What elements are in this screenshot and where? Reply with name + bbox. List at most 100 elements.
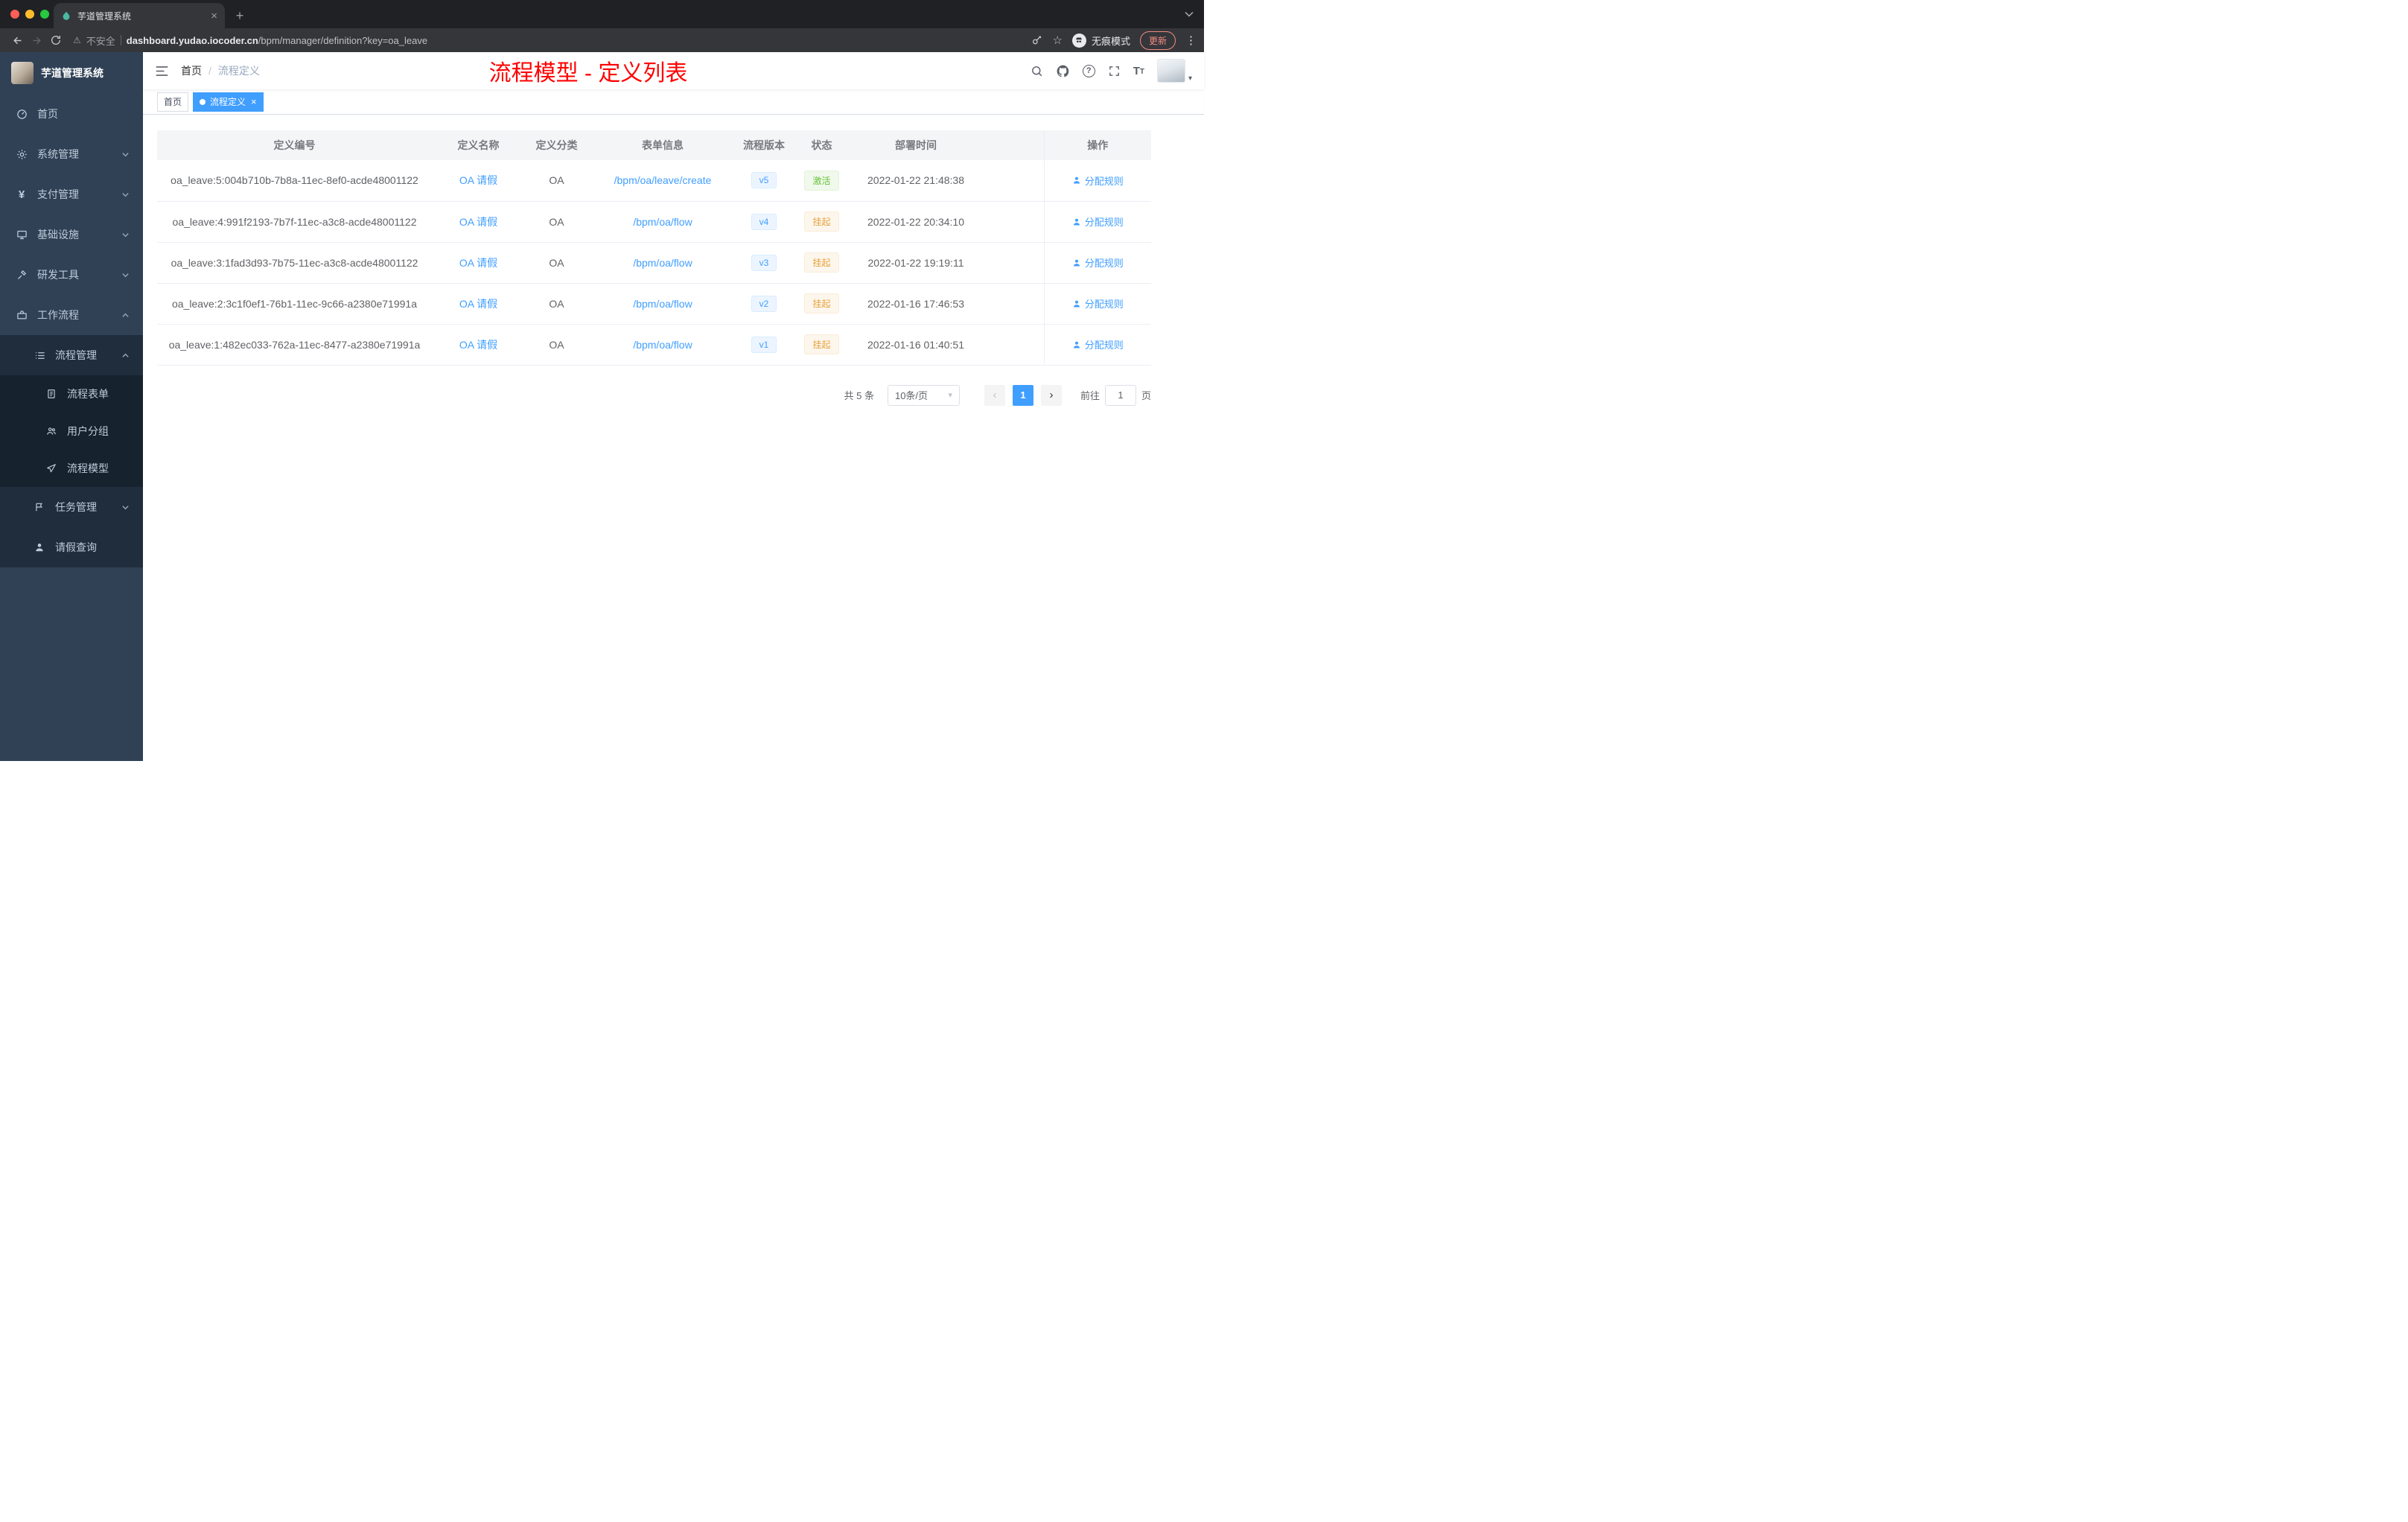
page-size-select[interactable]: 10条/页 ▾ (887, 384, 960, 406)
page-1-button[interactable]: 1 (1012, 384, 1033, 406)
bookmark-star-icon[interactable]: ☆ (1053, 34, 1063, 47)
table-row: oa_leave:3:1fad3d93-7b75-11ec-a3c8-acde4… (157, 242, 1151, 284)
version-badge[interactable]: v3 (751, 254, 777, 271)
total-count: 共 5 条 (844, 390, 874, 401)
goto-page-input[interactable] (1104, 384, 1136, 406)
sidebar-item-devtools[interactable]: 研发工具 (0, 255, 143, 295)
browser-menu-icon[interactable]: ⋮ (1185, 34, 1197, 47)
col-header-status: 状态 (791, 130, 853, 160)
assign-rule-link[interactable]: 分配规则 (1072, 214, 1124, 229)
cell-id: oa_leave:2:3c1f0ef1-76b1-11ec-9c66-a2380… (157, 283, 432, 325)
table-row: oa_leave:1:482ec033-762a-11ec-8477-a2380… (157, 324, 1151, 366)
address-bar[interactable]: ⚠ 不安全 dashboard.yudao.iocoder.cn/bpm/man… (73, 34, 1024, 48)
breadcrumb-home[interactable]: 首页 (181, 63, 202, 78)
table-row: oa_leave:5:004b710b-7b8a-11ec-8ef0-acde4… (157, 160, 1151, 202)
browser-tab[interactable]: 芋道管理系统 × (54, 3, 225, 28)
version-badge[interactable]: v4 (751, 213, 777, 230)
sidebar-item-task-management[interactable]: 任务管理 (0, 487, 143, 527)
chevron-up-icon (121, 351, 130, 360)
pagination: 共 5 条 10条/页 ▾ ‹ 1 › 前往 页 (157, 384, 1151, 406)
tag-home[interactable]: 首页 (157, 92, 189, 112)
tag-process-definition[interactable]: 流程定义 × (193, 92, 264, 112)
sidebar-item-leave-query[interactable]: 请假查询 (0, 527, 143, 567)
url-path: /bpm/manager/definition?key=oa_leave (258, 34, 428, 46)
cell-id: oa_leave:3:1fad3d93-7b75-11ec-a3c8-acde4… (157, 242, 432, 284)
definition-name-link[interactable]: OA 请假 (459, 298, 497, 310)
assign-rule-link[interactable]: 分配规则 (1072, 173, 1124, 188)
sidebar-item-system[interactable]: 系统管理 (0, 134, 143, 174)
user-menu[interactable]: ▾ (1156, 59, 1192, 83)
cell-time: 2022-01-22 19:19:11 (853, 242, 979, 284)
page-size-value: 10条/页 (894, 390, 929, 401)
help-icon[interactable]: ? (1082, 64, 1095, 77)
person-icon (1073, 300, 1080, 307)
prev-page-button[interactable]: ‹ (984, 384, 1005, 406)
sidebar-item-payment[interactable]: ¥ 支付管理 (0, 174, 143, 214)
page-content: 定义编号 定义名称 定义分类 表单信息 流程版本 状态 部署时间 操作 oa_l… (143, 115, 1204, 761)
next-page-button[interactable]: › (1040, 384, 1062, 406)
form-link[interactable]: /bpm/oa/flow (633, 298, 692, 310)
definition-table: 定义编号 定义名称 定义分类 表单信息 流程版本 状态 部署时间 操作 oa_l… (157, 130, 1151, 366)
definition-name-link[interactable]: OA 请假 (459, 257, 497, 269)
sidebar-item-label: 流程模型 (67, 462, 109, 474)
breadcrumb: 首页 / 流程定义 (181, 63, 260, 78)
col-header-id: 定义编号 (157, 130, 432, 160)
forward-button[interactable] (27, 31, 46, 50)
col-header-time: 部署时间 (853, 130, 979, 160)
assign-rule-link[interactable]: 分配规则 (1072, 296, 1124, 311)
sidebar-item-label: 任务管理 (55, 501, 97, 513)
window-minimize-button[interactable] (25, 10, 34, 19)
avatar[interactable] (1156, 59, 1185, 83)
security-label[interactable]: 不安全 (86, 34, 115, 48)
sidebar-item-process-model[interactable]: 流程模型 (0, 450, 143, 487)
fullscreen-icon[interactable] (1108, 65, 1121, 77)
assign-rule-link[interactable]: 分配规则 (1072, 255, 1124, 270)
status-badge: 挂起 (804, 293, 839, 313)
tab-title: 芋道管理系统 (77, 10, 132, 22)
sidebar-item-infrastructure[interactable]: 基础设施 (0, 214, 143, 255)
form-link[interactable]: /bpm/oa/leave/create (614, 174, 712, 186)
sidebar-item-label: 研发工具 (37, 269, 79, 281)
sidebar-item-process-management[interactable]: 流程管理 (0, 335, 143, 375)
chevron-down-icon (121, 271, 130, 279)
form-link[interactable]: /bpm/oa/flow (633, 216, 692, 228)
tab-close-icon[interactable]: × (211, 10, 217, 22)
reload-button[interactable] (46, 31, 66, 50)
col-header-filler (979, 130, 1044, 160)
sidebar-item-workflow[interactable]: 工作流程 (0, 295, 143, 335)
window-zoom-button[interactable] (40, 10, 49, 19)
sidebar-item-process-form[interactable]: 流程表单 (0, 375, 143, 413)
version-badge[interactable]: v2 (751, 295, 777, 312)
hamburger-icon[interactable] (155, 64, 169, 78)
browser-toolbar: ⚠ 不安全 dashboard.yudao.iocoder.cn/bpm/man… (0, 28, 1204, 52)
tab-search-chevron-icon[interactable] (1185, 7, 1194, 21)
version-badge[interactable]: v5 (751, 172, 777, 189)
definition-name-link[interactable]: OA 请假 (459, 216, 497, 228)
definition-name-link[interactable]: OA 请假 (459, 339, 497, 351)
search-icon[interactable] (1031, 65, 1043, 77)
tag-close-icon[interactable]: × (251, 97, 257, 106)
back-button[interactable] (7, 31, 27, 50)
github-icon[interactable] (1056, 64, 1070, 78)
window-close-button[interactable] (10, 10, 19, 19)
sidebar-item-label: 流程表单 (67, 388, 109, 400)
person-icon (1073, 177, 1080, 184)
sidebar-item-user-group[interactable]: 用户分组 (0, 413, 143, 450)
sidebar-item-home[interactable]: 首页 (0, 94, 143, 134)
assign-rule-link[interactable]: 分配规则 (1072, 337, 1124, 351)
update-button[interactable]: 更新 (1139, 31, 1176, 50)
new-tab-button[interactable]: + (229, 5, 250, 26)
form-link[interactable]: /bpm/oa/flow (633, 257, 692, 269)
form-link[interactable]: /bpm/oa/flow (633, 339, 692, 351)
font-size-icon[interactable]: TT (1133, 66, 1144, 77)
version-badge[interactable]: v1 (751, 336, 777, 353)
sidebar: 芋道管理系统 首页 系统管理 ¥ 支付管理 基础设施 研发工具 工作流程 流程管… (0, 52, 143, 761)
page-annotation: 流程模型 - 定义列表 (488, 61, 688, 86)
tags-view-bar: 首页 流程定义 × (143, 89, 1204, 115)
dashboard-icon (15, 109, 28, 120)
definition-name-link[interactable]: OA 请假 (459, 174, 497, 186)
window-controls (10, 10, 49, 19)
col-header-version: 流程版本 (737, 130, 791, 160)
password-key-icon[interactable] (1031, 34, 1043, 46)
tab-favicon-icon (61, 10, 71, 21)
